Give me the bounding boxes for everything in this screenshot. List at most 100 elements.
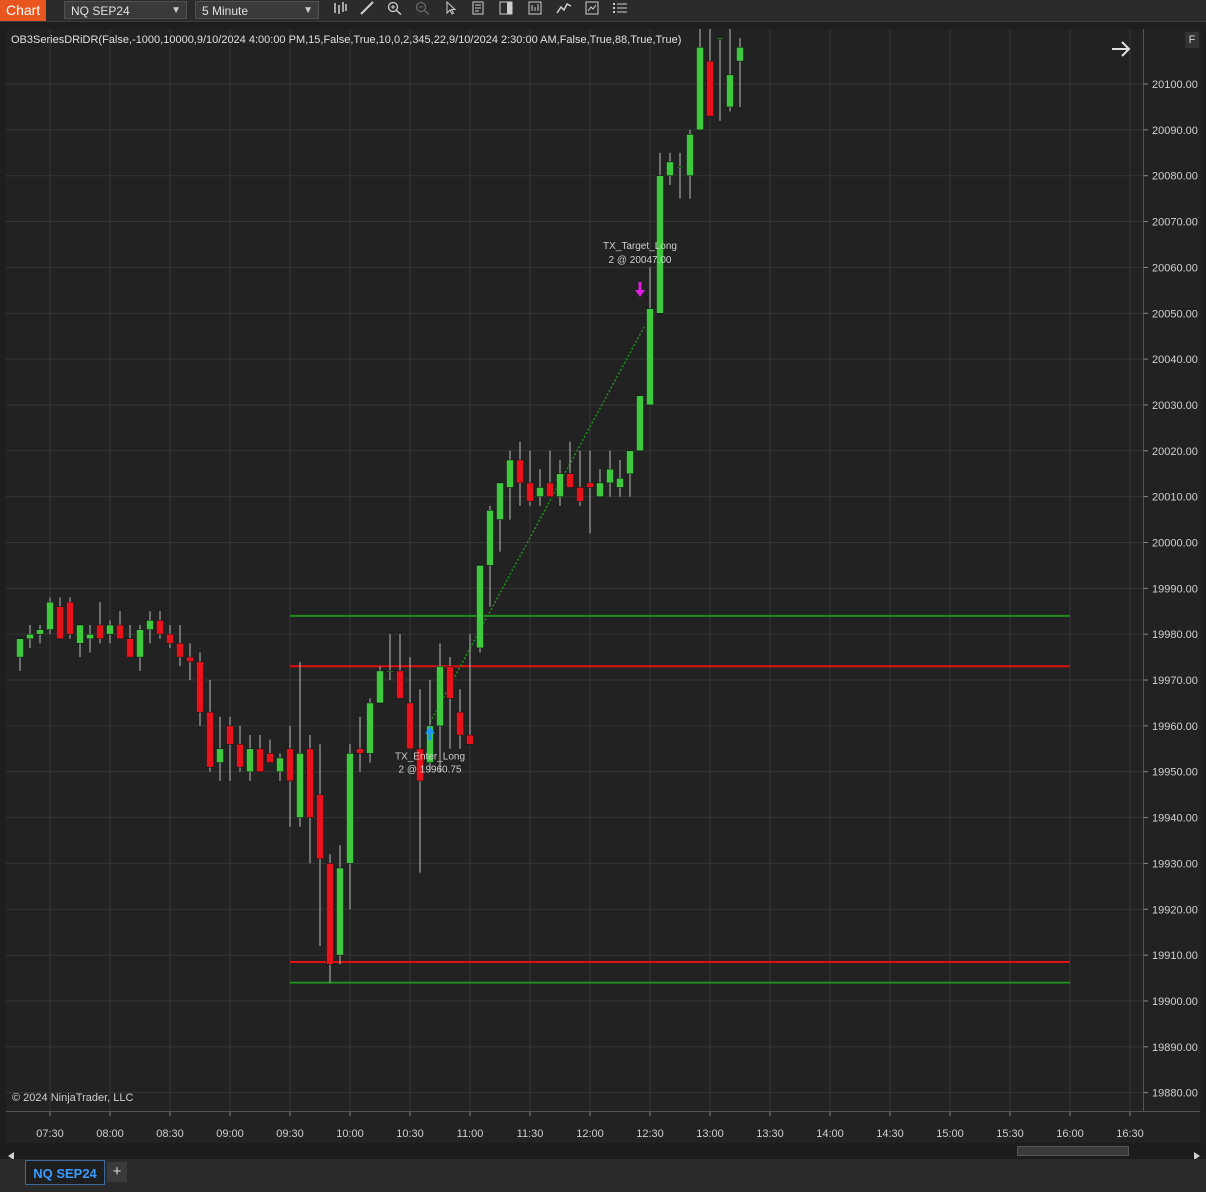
zoom-out-icon[interactable] [413,1,433,20]
tab-nq-sep24[interactable]: NQ SEP24 [25,1160,105,1185]
candle-up [626,450,634,474]
chart-window-label[interactable]: Chart [0,0,46,21]
price-tick-label: 19880.00 [1152,1088,1198,1100]
interval-value: 5 Minute [202,4,249,18]
entry-order-label: TX_Enter_Long [395,751,465,762]
price-tick-label: 20010.00 [1152,492,1198,504]
candle-down [516,459,524,484]
price-tick-label: 20020.00 [1152,446,1198,458]
candle-down [156,620,164,635]
candle-down [256,748,264,772]
pointer-icon[interactable] [440,0,460,20]
candle-down [196,661,204,713]
price-tick-label: 19940.00 [1152,813,1198,825]
candle-up [486,510,494,566]
interval-selector[interactable]: 5 Minute ▼ [195,1,319,19]
candle-up [106,624,114,635]
candle-up [386,670,394,673]
target-arrow-icon [635,282,645,298]
candle-down [526,482,534,502]
candle-up [536,487,544,497]
candle-up [736,47,744,62]
chart-trader-icon[interactable] [496,1,516,20]
price-chart-panel[interactable]: TX_Enter_Long 2 @ 19960.75 TX_Target_Long 2… [6,29,1143,1111]
candle-up [346,753,354,864]
candle-down [236,743,244,768]
time-tick-label: 14:00 [816,1128,844,1140]
add-tab-icon[interactable]: + [107,1162,127,1182]
candlestick-chart[interactable]: TX_Enter_Long 2 @ 19960.75 TX_Target_Long 2… [6,29,1143,1111]
instrument-value: NQ SEP24 [71,4,130,18]
candle-up [506,459,514,488]
candle-up [146,620,154,630]
horizontal-scrollbar[interactable] [0,1143,1206,1160]
instrument-selector[interactable]: NQ SEP24 ▼ [64,1,187,19]
candle-down [586,482,594,488]
trade-connector-line [429,326,645,723]
candle-up [86,633,94,640]
time-axis[interactable]: 07:30 08:00 08:30 09:00 09:30 10:00 10:30 11:00… [6,1111,1200,1144]
time-tick-label: 11:30 [517,1128,544,1140]
price-axis-button[interactable]: F [1185,32,1199,48]
time-tick-label: 14:30 [876,1128,904,1140]
strategies-icon[interactable] [582,1,602,20]
candle-down [166,633,174,644]
time-tick-label: 09:00 [216,1128,244,1140]
candle-down [396,670,404,699]
candle-up [296,753,304,818]
price-tick-label: 20030.00 [1152,400,1198,412]
candle-up [666,161,674,176]
scrollbar-thumb[interactable] [1017,1146,1129,1156]
candle-up [676,166,684,168]
zoom-in-icon[interactable] [385,1,405,20]
price-tick-label: 19910.00 [1152,950,1198,962]
drawing-tool-icon[interactable] [357,1,377,20]
candle-down [456,711,464,736]
candle-up [436,666,444,727]
indicators-icon[interactable] [554,1,574,20]
candle-down [406,702,414,750]
candle-up [556,473,564,497]
candle-down [96,624,104,640]
candle-up [76,624,84,644]
menu-icon[interactable] [610,1,630,20]
candle-down [546,482,554,497]
target-order-detail: 2 @ 20047.00 [609,255,672,266]
price-tick-label: 19990.00 [1152,583,1198,595]
price-tick-label: 19920.00 [1152,904,1198,916]
candle-up [616,478,624,488]
instrument-tab-bar: NQ SEP24 + [0,1159,1206,1192]
time-tick-label: 08:30 [156,1128,184,1140]
candle-down [286,748,294,782]
candle-down [186,656,194,662]
candle-down [326,863,334,965]
time-tick-label: 10:00 [336,1128,364,1140]
bar-type-icon[interactable] [330,1,350,20]
properties-icon[interactable] [468,1,488,20]
candle-down [226,725,234,745]
candle-down [356,748,364,754]
chevron-down-icon: ▼ [171,5,181,16]
price-tick-label: 19960.00 [1152,721,1198,733]
time-tick-label: 16:30 [1116,1128,1144,1140]
price-tick-label: 19970.00 [1152,675,1198,687]
price-tick-label: 20060.00 [1152,262,1198,274]
data-box-icon[interactable] [525,1,545,20]
candle-up [276,757,284,772]
arrow-right-icon[interactable] [1109,37,1133,61]
candle-up [476,565,484,649]
candle-up [36,629,44,635]
time-tick-label: 12:30 [636,1128,664,1140]
candle-up [26,633,34,640]
chevron-down-icon: ▼ [303,5,313,16]
price-tick-label: 20040.00 [1152,354,1198,366]
candle-down [116,624,124,640]
target-order-label: TX_Target_Long [603,241,677,252]
price-tick-label: 19980.00 [1152,629,1198,641]
candle-up [496,482,504,520]
time-tick-label: 07:30 [36,1128,64,1140]
time-tick-label: 15:00 [936,1128,964,1140]
indicator-label: OB3SeriesDRiDR(False,-1000,10000,9/10/20… [11,34,682,46]
time-tick-label: 10:30 [396,1128,424,1140]
price-axis[interactable]: 20100.00 20090.00 20080.00 20070.00 20060.00… [1143,29,1201,1111]
